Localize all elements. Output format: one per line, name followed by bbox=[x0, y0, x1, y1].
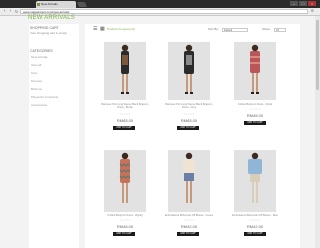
model-cream-blouse-image bbox=[168, 150, 210, 212]
category-playsuits[interactable]: Playsuits/ Jumpsuits bbox=[31, 95, 58, 99]
reload-icon[interactable]: ↻ bbox=[14, 9, 19, 14]
model-zigzag-dress-image bbox=[104, 150, 146, 212]
category-dresses[interactable]: Dresses bbox=[31, 79, 42, 83]
grid-view-icon[interactable]: ▦ bbox=[100, 27, 105, 32]
product-image[interactable] bbox=[104, 150, 146, 212]
category-new-arrivals[interactable]: New Arrivals bbox=[31, 55, 48, 59]
product-image[interactable] bbox=[168, 42, 210, 100]
category-view-all[interactable]: View all bbox=[31, 63, 41, 67]
product-name[interactable]: Baroque Print Long Sleeve Black Bodycon … bbox=[100, 103, 150, 109]
category-tops[interactable]: Tops bbox=[31, 71, 37, 75]
cart-empty-text: Your shopping cart is empty bbox=[30, 31, 67, 35]
add-to-cart-button[interactable]: ADD TO CART bbox=[177, 232, 199, 236]
model-grey-dress-image bbox=[168, 42, 210, 100]
product-image[interactable] bbox=[168, 150, 210, 212]
sort-select[interactable]: Default bbox=[222, 28, 248, 32]
add-to-cart-button[interactable]: ADD TO CART bbox=[113, 126, 135, 130]
maximize-button[interactable]: □ bbox=[299, 1, 307, 6]
back-icon[interactable]: ‹ bbox=[2, 9, 7, 14]
address-bar[interactable]: www.mataproject.com/new-arrivals bbox=[20, 9, 308, 14]
rating-stars: ☆☆☆☆☆ bbox=[183, 219, 195, 222]
model-blue-blouse-image bbox=[234, 150, 276, 212]
page-title: NEW ARRIVALS bbox=[28, 15, 75, 21]
show-label: Show: bbox=[262, 27, 271, 31]
product-name[interactable]: Baroque Print Long Sleeve Black Bodycon … bbox=[164, 103, 214, 109]
rating-stars: ☆☆☆☆☆ bbox=[119, 113, 131, 116]
tab-title: New Arrivals bbox=[41, 2, 58, 6]
model-floral-dress-image bbox=[234, 42, 276, 100]
product-compare-link[interactable]: Product Compare (0) bbox=[107, 27, 135, 32]
category-accessories[interactable]: Accessories bbox=[31, 103, 47, 107]
new-tab-button[interactable] bbox=[77, 2, 87, 7]
product-price: RM42.00 bbox=[180, 224, 198, 229]
add-to-cart-button[interactable]: ADD TO CART bbox=[113, 232, 135, 236]
favicon-icon bbox=[37, 3, 40, 6]
product-price: RM45.00 bbox=[116, 224, 134, 229]
categories-heading: CATEGORIES bbox=[30, 49, 53, 53]
product-image[interactable] bbox=[104, 42, 146, 100]
sort-label: Sort By: bbox=[208, 27, 219, 31]
close-button[interactable]: × bbox=[308, 1, 316, 6]
product-price: RM65.00 bbox=[116, 118, 134, 123]
category-bottoms[interactable]: Bottoms bbox=[31, 87, 42, 91]
list-view-icon[interactable]: ☰ bbox=[93, 27, 98, 32]
product-image[interactable] bbox=[234, 150, 276, 212]
product-name[interactable]: Embroidered Bohemian Off Blouse - Blue bbox=[230, 214, 280, 217]
shopping-cart-heading: SHOPPING CART bbox=[30, 26, 59, 30]
product-name[interactable]: Knitted Bodycon Dress - Floral bbox=[230, 103, 280, 106]
add-to-cart-button[interactable]: ADD TO CART bbox=[177, 126, 199, 130]
product-name[interactable]: Embroidered Bohemian Off Blouse - Cream bbox=[164, 214, 214, 217]
add-to-cart-button[interactable]: ADD TO CART bbox=[244, 121, 266, 125]
menu-icon[interactable]: ≡ bbox=[311, 9, 316, 14]
scrollbar-thumb[interactable] bbox=[316, 20, 319, 90]
rating-stars: ☆☆☆☆☆ bbox=[183, 113, 195, 116]
rating-stars: ☆☆☆☆☆ bbox=[249, 219, 261, 222]
browser-tab[interactable]: New Arrivals bbox=[36, 1, 76, 8]
product-price: RM65.00 bbox=[180, 118, 198, 123]
product-image[interactable] bbox=[234, 42, 276, 100]
product-price: RM45.00 bbox=[246, 113, 264, 118]
product-price: RM42.00 bbox=[246, 224, 264, 229]
minimize-button[interactable]: – bbox=[290, 1, 298, 6]
rating-stars: ☆☆☆☆☆ bbox=[119, 219, 131, 222]
add-to-cart-button[interactable]: ADD TO CART bbox=[244, 232, 266, 236]
show-select[interactable]: 15 bbox=[274, 28, 286, 32]
product-name[interactable]: Knitted Bodycon Dress - Zigzag bbox=[100, 214, 150, 217]
forward-icon[interactable]: › bbox=[8, 9, 13, 14]
model-brown-dress-image bbox=[104, 42, 146, 100]
rating-stars: ☆☆☆☆☆ bbox=[249, 108, 261, 111]
